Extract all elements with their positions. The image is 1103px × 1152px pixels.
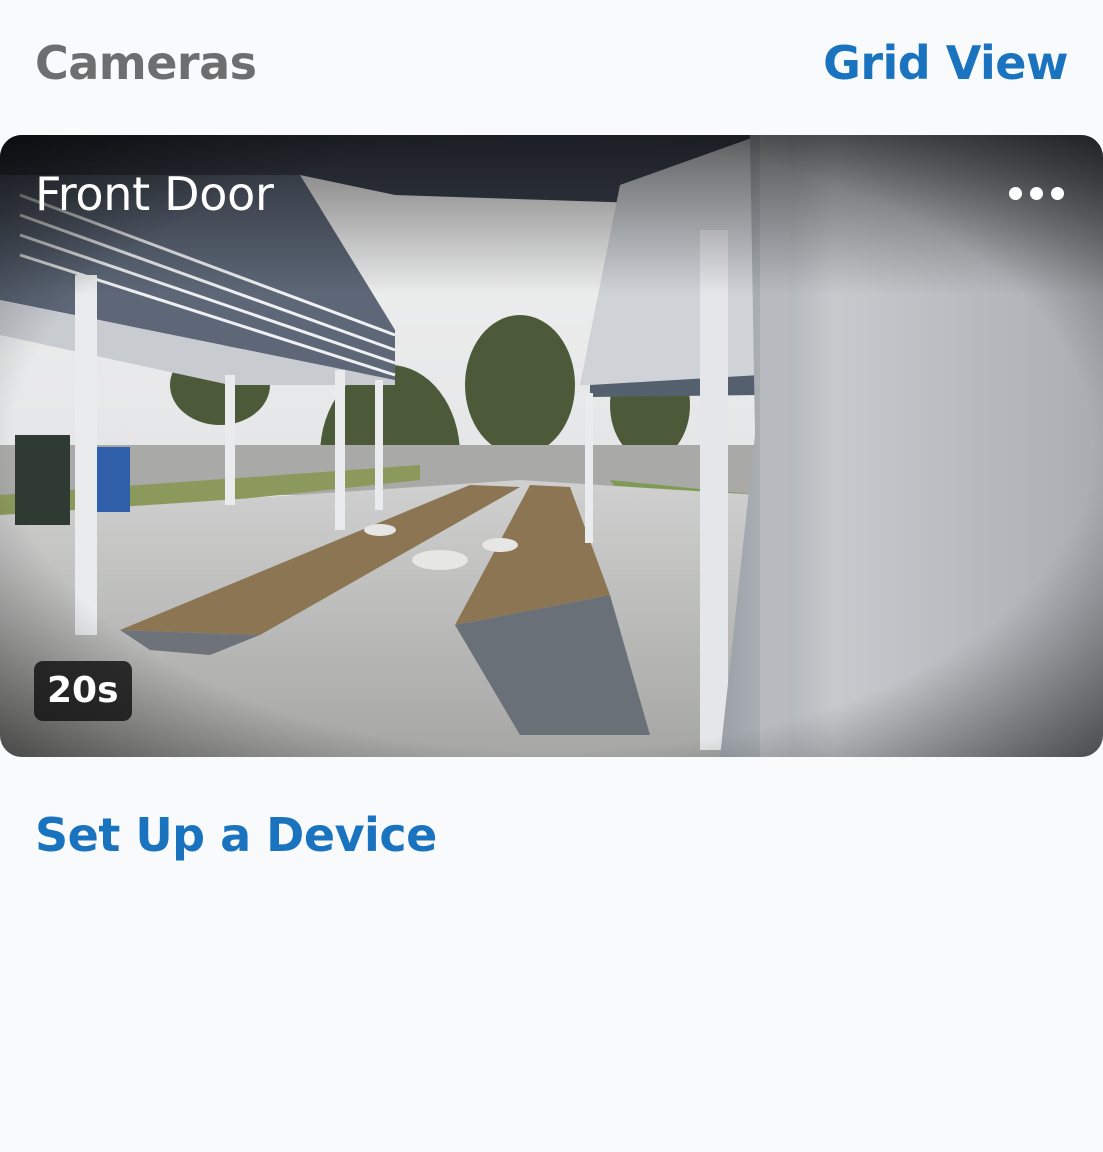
more-horizontal-icon[interactable] (1009, 185, 1065, 203)
snapshot-age-badge: 20s (34, 661, 132, 721)
section-title: Cameras (35, 36, 257, 90)
grid-view-button[interactable]: Grid View (823, 36, 1068, 90)
set-up-device-link[interactable]: Set Up a Device (35, 808, 437, 862)
header: Cameras Grid View (0, 0, 1103, 130)
camera-name: Front Door (35, 167, 274, 221)
camera-card-front-door[interactable]: Front Door 20s (0, 135, 1103, 757)
